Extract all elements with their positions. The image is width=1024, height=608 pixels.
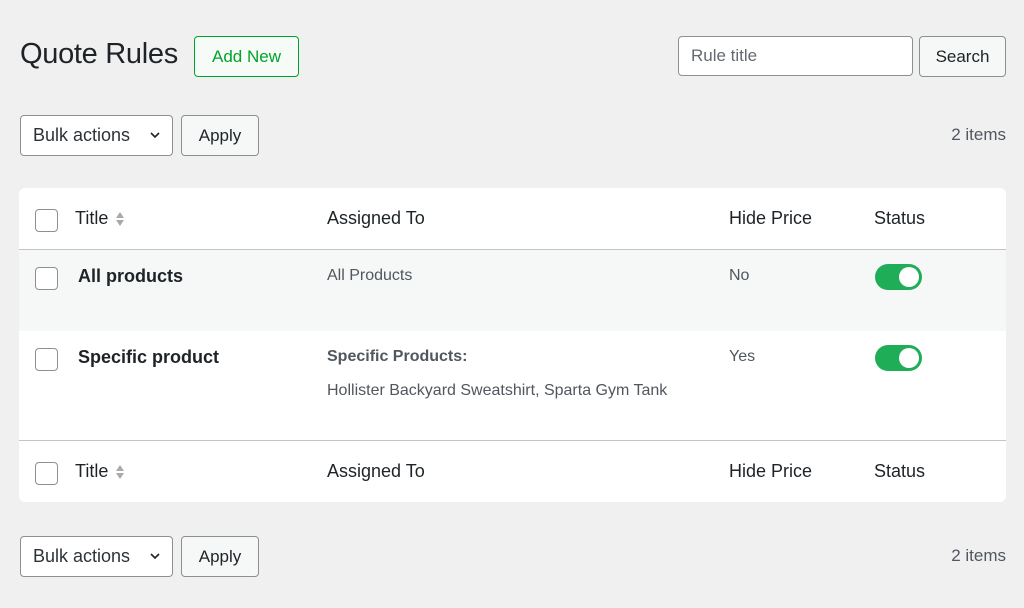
assigned-to-value: All Products: [327, 267, 413, 284]
hide-price-column-header: Hide Price: [729, 208, 813, 228]
toggle-knob: [899, 267, 919, 287]
sort-icon: [116, 211, 125, 226]
hide-price-column-header: Hide Price: [729, 461, 813, 481]
assigned-to-label: Specific Products:: [327, 348, 468, 365]
table-header-row: Title Assigned To Hide Price Status: [19, 188, 1006, 250]
status-column-header: Status: [874, 461, 926, 481]
assigned-products-list: Hollister Backyard Sweatshirt, Sparta Gy…: [327, 382, 668, 399]
title-column-label: Title: [75, 208, 109, 228]
row-checkbox[interactable]: [35, 348, 58, 371]
assigned-to-column-header: Assigned To: [327, 461, 425, 481]
bulk-actions-label: Bulk actions: [33, 125, 131, 145]
search-button[interactable]: Search: [919, 36, 1006, 77]
quote-rules-page: Quote Rules Add New Search Bulk actions …: [0, 0, 1024, 608]
rule-title-link[interactable]: Specific product: [78, 347, 219, 368]
rule-title-link[interactable]: All products: [78, 266, 183, 287]
apply-button-top[interactable]: Apply: [181, 115, 259, 156]
sort-icon: [116, 464, 125, 479]
title-column-label: Title: [75, 461, 109, 481]
status-toggle[interactable]: [875, 345, 922, 371]
assigned-to-column-header: Assigned To: [327, 208, 425, 228]
select-all-checkbox[interactable]: [35, 209, 58, 232]
table-row: Specific product Specific Products: Holl…: [19, 331, 1006, 440]
page-title: Quote Rules: [20, 38, 178, 70]
status-toggle[interactable]: [875, 264, 922, 290]
table-row: All products All Products No: [19, 250, 1006, 331]
select-all-checkbox[interactable]: [35, 462, 58, 485]
items-count-bottom: 2 items: [951, 546, 1006, 565]
rule-title-search-input[interactable]: [678, 36, 913, 76]
title-column-header[interactable]: Title: [75, 461, 126, 482]
bulk-actions-select-top[interactable]: Bulk actions: [20, 115, 173, 156]
title-column-header[interactable]: Title: [75, 208, 126, 229]
hide-price-value: Yes: [729, 348, 756, 365]
hide-price-value: No: [729, 267, 750, 284]
chevron-down-icon: [150, 553, 160, 560]
toggle-knob: [899, 348, 919, 368]
bulk-actions-select-bottom[interactable]: Bulk actions: [20, 536, 173, 577]
bulk-actions-label: Bulk actions: [33, 546, 131, 566]
chevron-down-icon: [150, 132, 160, 139]
table-footer-row: Title Assigned To Hide Price Status: [19, 440, 1006, 502]
rules-table: Title Assigned To Hide Price Status All …: [19, 188, 1006, 502]
add-new-button[interactable]: Add New: [194, 36, 299, 77]
row-checkbox[interactable]: [35, 267, 58, 290]
apply-button-bottom[interactable]: Apply: [181, 536, 259, 577]
items-count-top: 2 items: [951, 125, 1006, 144]
status-column-header: Status: [874, 208, 926, 228]
